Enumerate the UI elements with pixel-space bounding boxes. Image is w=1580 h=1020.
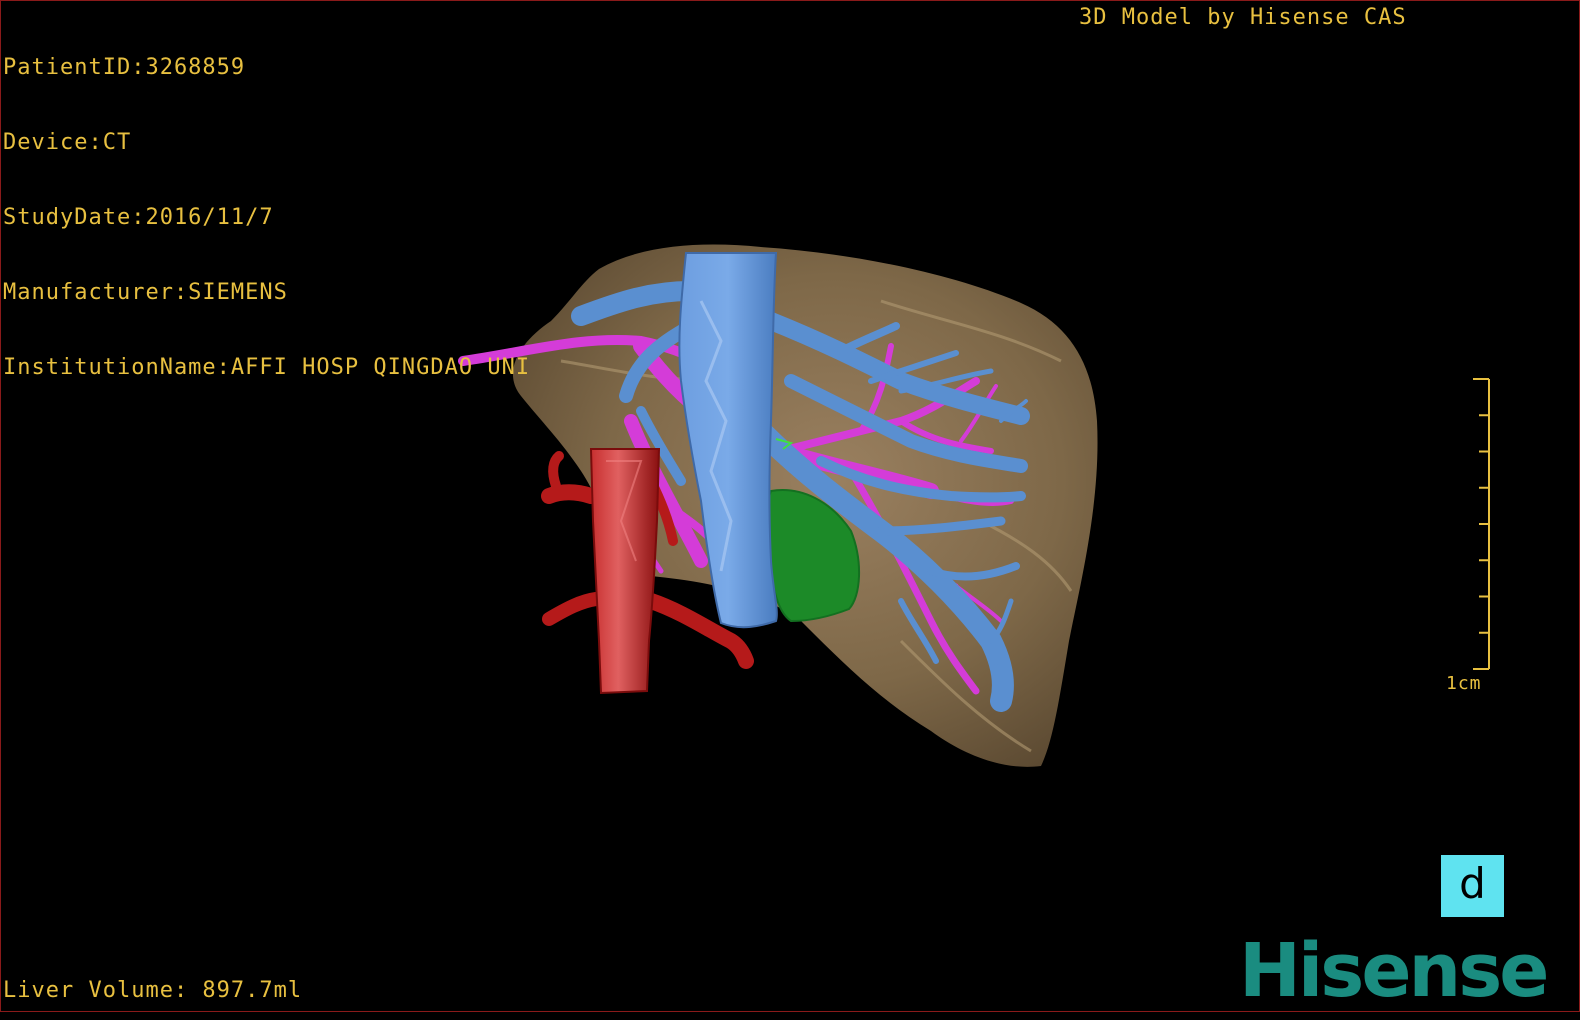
- 3d-viewport[interactable]: PatientID:3268859 Device:CT StudyDate:20…: [0, 0, 1580, 1012]
- manufacturer-text: Manufacturer:SIEMENS: [3, 280, 288, 305]
- orientation-label: d: [1459, 859, 1486, 908]
- scale-bar: [1473, 378, 1490, 670]
- hisense-logo: Hisense: [1239, 928, 1549, 1012]
- model-credit-text: 3D Model by Hisense CAS: [1079, 5, 1407, 30]
- study-date-text: StudyDate:2016/11/7: [3, 205, 274, 230]
- patient-id-text: PatientID:3268859: [3, 55, 246, 80]
- orientation-marker-button[interactable]: d: [1441, 855, 1504, 917]
- liver-volume-text: Liver Volume: 897.7ml: [3, 978, 303, 1003]
- institution-text: InstitutionName:AFFI HOSP QINGDAO UNI: [3, 355, 531, 380]
- device-text: Device:CT: [3, 130, 132, 155]
- patient-info-panel: PatientID:3268859 Device:CT StudyDate:20…: [3, 5, 530, 430]
- scale-label: 1cm: [1446, 673, 1482, 694]
